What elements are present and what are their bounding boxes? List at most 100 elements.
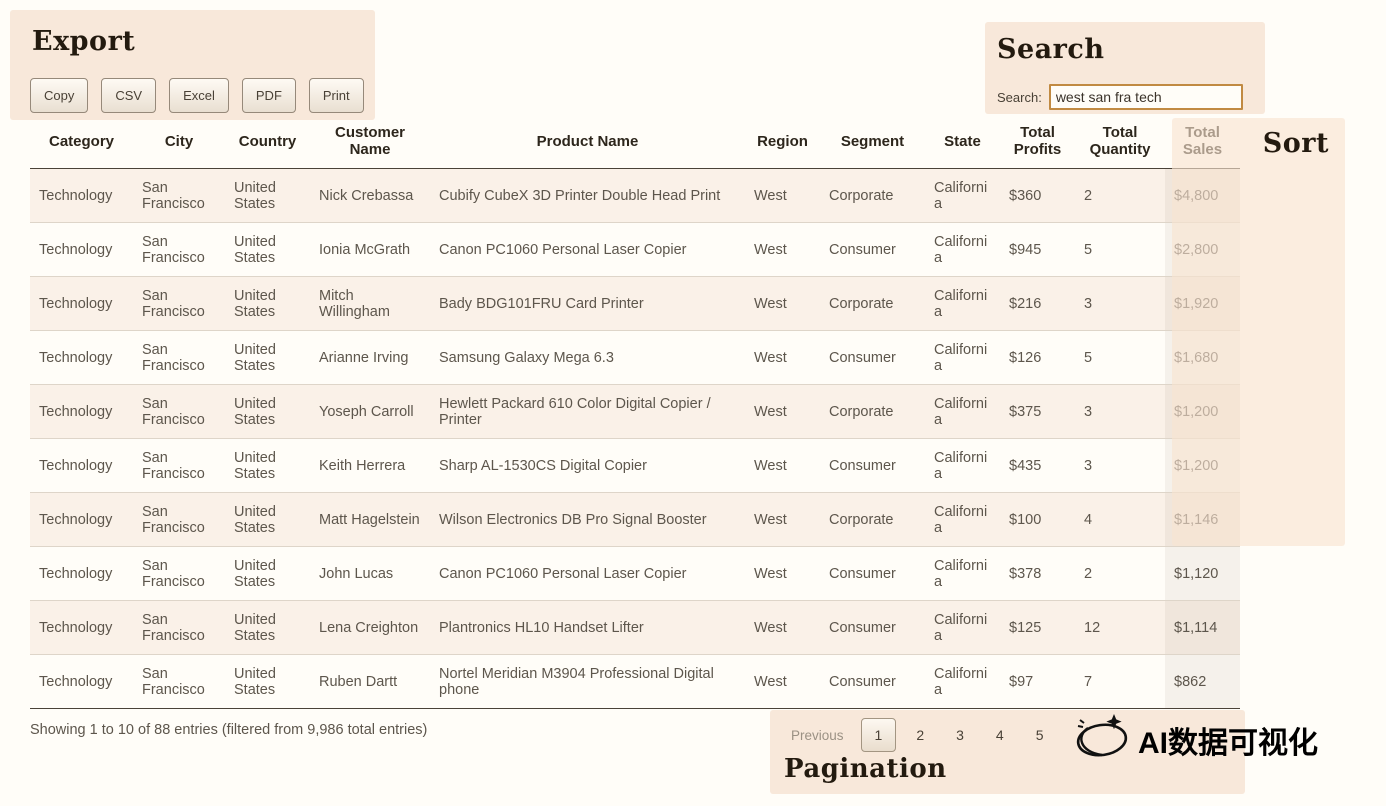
export-button-copy[interactable]: Copy (30, 78, 88, 113)
table-cell: United States (225, 385, 310, 439)
table-cell: Technology (30, 547, 133, 601)
table-cell: San Francisco (133, 223, 225, 277)
table-cell: Mitch Willingham (310, 277, 430, 331)
watermark-text: AI数据可视化 (1138, 718, 1318, 762)
table-cell: United States (225, 439, 310, 493)
table-cell: Matt Hagelstein (310, 493, 430, 547)
column-header-product-name[interactable]: Product Name (430, 118, 745, 169)
table-cell: San Francisco (133, 655, 225, 709)
table-cell: $862 (1165, 655, 1240, 709)
table-cell: $125 (1000, 601, 1075, 655)
table-row: TechnologySan FranciscoUnited StatesNick… (30, 169, 1240, 223)
column-header-total-quantity[interactable]: Total Quantity (1075, 118, 1165, 169)
table-row: TechnologySan FranciscoUnited StatesMitc… (30, 277, 1240, 331)
column-header-state[interactable]: State (925, 118, 1000, 169)
column-header-category[interactable]: Category (30, 118, 133, 169)
table-cell: California (925, 223, 1000, 277)
table-cell: Technology (30, 169, 133, 223)
table-cell: 7 (1075, 655, 1165, 709)
table-cell: California (925, 601, 1000, 655)
column-header-region[interactable]: Region (745, 118, 820, 169)
table-cell: West (745, 385, 820, 439)
page: Export CopyCSVExcelPDFPrint Search Searc… (0, 0, 1386, 806)
table-cell: 2 (1075, 169, 1165, 223)
table-cell: United States (225, 493, 310, 547)
table-cell: Keith Herrera (310, 439, 430, 493)
pagination-pages: 12345 (861, 718, 1056, 752)
export-button-excel[interactable]: Excel (169, 78, 229, 113)
table-cell: California (925, 493, 1000, 547)
pagination: Previous 12345 (782, 718, 1056, 752)
table-cell: United States (225, 277, 310, 331)
table-cell: United States (225, 169, 310, 223)
sort-label: Sort (1263, 128, 1329, 159)
pagination-page-2[interactable]: 2 (904, 720, 936, 750)
table-cell: $1,114 (1165, 601, 1240, 655)
table-cell: Technology (30, 223, 133, 277)
table-cell: California (925, 169, 1000, 223)
pagination-page-3[interactable]: 3 (944, 720, 976, 750)
search-row: Search: (997, 84, 1243, 110)
table-row: TechnologySan FranciscoUnited StatesKeit… (30, 439, 1240, 493)
table-cell: United States (225, 223, 310, 277)
table-row: TechnologySan FranciscoUnited StatesJohn… (30, 547, 1240, 601)
table-cell: $216 (1000, 277, 1075, 331)
table-cell: $375 (1000, 385, 1075, 439)
table-cell: 2 (1075, 547, 1165, 601)
column-header-country[interactable]: Country (225, 118, 310, 169)
table-cell: $126 (1000, 331, 1075, 385)
table-cell: 3 (1075, 277, 1165, 331)
table-cell: Corporate (820, 169, 925, 223)
data-table: CategoryCityCountryCustomer NameProduct … (30, 118, 1240, 709)
header-row: CategoryCityCountryCustomer NameProduct … (30, 118, 1240, 169)
table-cell: Ruben Dartt (310, 655, 430, 709)
table-cell: 3 (1075, 439, 1165, 493)
table-cell: Yoseph Carroll (310, 385, 430, 439)
export-buttons: Copy CSV Excel PDF Print (30, 78, 364, 113)
sort-annotation-box: Sort (1172, 118, 1345, 546)
table-cell: Lena Creighton (310, 601, 430, 655)
column-header-total-profits[interactable]: Total Profits (1000, 118, 1075, 169)
table-cell: Wilson Electronics DB Pro Signal Booster (430, 493, 745, 547)
table-cell: Technology (30, 439, 133, 493)
table-cell: West (745, 655, 820, 709)
table-cell: West (745, 331, 820, 385)
table-cell: Samsung Galaxy Mega 6.3 (430, 331, 745, 385)
export-button-pdf[interactable]: PDF (242, 78, 296, 113)
search-annotation-box: Search Search: (985, 22, 1265, 114)
table-cell: San Francisco (133, 547, 225, 601)
table-cell: California (925, 439, 1000, 493)
table-cell: 5 (1075, 331, 1165, 385)
column-header-customer-name[interactable]: Customer Name (310, 118, 430, 169)
table-cell: California (925, 385, 1000, 439)
table-cell: $1,120 (1165, 547, 1240, 601)
export-button-print[interactable]: Print (309, 78, 364, 113)
table-cell: 12 (1075, 601, 1165, 655)
table-cell: $378 (1000, 547, 1075, 601)
table-cell: San Francisco (133, 493, 225, 547)
table-cell: San Francisco (133, 601, 225, 655)
column-header-segment[interactable]: Segment (820, 118, 925, 169)
search-input[interactable] (1049, 84, 1243, 110)
table-cell: Plantronics HL10 Handset Lifter (430, 601, 745, 655)
pagination-page-5[interactable]: 5 (1024, 720, 1056, 750)
table-header: CategoryCityCountryCustomer NameProduct … (30, 118, 1240, 169)
table-cell: San Francisco (133, 385, 225, 439)
table-cell: $435 (1000, 439, 1075, 493)
export-button-csv[interactable]: CSV (101, 78, 156, 113)
table-cell: San Francisco (133, 331, 225, 385)
table-cell: California (925, 277, 1000, 331)
table-info: Showing 1 to 10 of 88 entries (filtered … (30, 722, 427, 738)
table-cell: Cubify CubeX 3D Printer Double Head Prin… (430, 169, 745, 223)
table-cell: Canon PC1060 Personal Laser Copier (430, 223, 745, 277)
table-cell: Bady BDG101FRU Card Printer (430, 277, 745, 331)
table-cell: Nortel Meridian M3904 Professional Digit… (430, 655, 745, 709)
pagination-page-4[interactable]: 4 (984, 720, 1016, 750)
pagination-page-1[interactable]: 1 (861, 718, 897, 752)
table-cell: United States (225, 601, 310, 655)
table-cell: Hewlett Packard 610 Color Digital Copier… (430, 385, 745, 439)
table-cell: Consumer (820, 655, 925, 709)
pagination-previous-button[interactable]: Previous (782, 721, 853, 750)
table-cell: Technology (30, 493, 133, 547)
column-header-city[interactable]: City (133, 118, 225, 169)
